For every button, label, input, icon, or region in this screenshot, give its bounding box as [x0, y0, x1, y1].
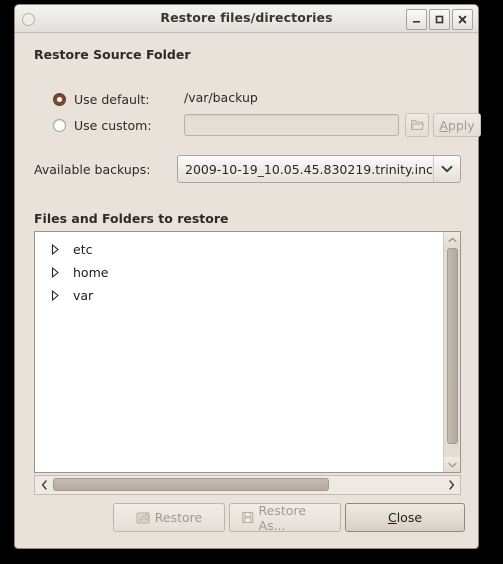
apply-label-rest: pply — [447, 117, 475, 133]
use-custom-radio-row[interactable]: Use custom: — [53, 115, 152, 135]
chevron-right-icon — [448, 480, 454, 490]
files-tree-frame: etc home var — [34, 231, 461, 473]
combobox-arrow[interactable] — [433, 156, 460, 182]
chevron-up-icon — [447, 237, 457, 242]
restore-as-button-label: Restore As... — [258, 502, 306, 533]
scroll-left-button[interactable] — [35, 476, 53, 494]
tree-vertical-scrollbar[interactable] — [443, 232, 460, 472]
restore-dialog-window: Restore files/directories Restore Source… — [14, 4, 481, 549]
default-path-value: /var/backup — [184, 90, 258, 105]
window-controls — [406, 9, 473, 30]
dialog-action-buttons: Restore Restore As... Close — [113, 502, 465, 533]
restore-as-button[interactable]: Restore As... — [229, 502, 341, 533]
close-window-button[interactable] — [452, 9, 473, 30]
chevron-down-icon — [441, 165, 453, 173]
minimize-icon — [413, 21, 420, 23]
tree-vertical-scroll-thumb[interactable] — [446, 248, 458, 444]
scroll-down-button[interactable] — [444, 457, 460, 472]
folder-open-icon — [410, 120, 424, 130]
apply-label-mnemonic: A — [439, 117, 448, 133]
close-button-label-rest: lose — [396, 510, 423, 525]
use-default-radio[interactable] — [53, 92, 66, 106]
browse-folder-button[interactable] — [405, 113, 429, 137]
chevron-down-icon — [447, 462, 457, 467]
chevron-left-icon — [41, 480, 47, 490]
files-and-folders-label: Files and Folders to restore — [34, 211, 229, 226]
use-default-label: Use default: — [74, 91, 150, 107]
scroll-right-button[interactable] — [442, 476, 460, 494]
files-tree[interactable]: etc home var — [35, 232, 443, 472]
revert-icon — [136, 512, 150, 523]
close-button[interactable]: Close — [345, 503, 465, 532]
minimize-button[interactable] — [406, 9, 427, 30]
expander-collapsed-icon[interactable] — [49, 290, 61, 302]
triangle-right-icon — [51, 244, 59, 255]
use-custom-radio[interactable] — [53, 118, 66, 132]
restore-source-folder-label: Restore Source Folder — [34, 47, 191, 62]
available-backups-value: 2009-10-19_10.05.45.830219.trinity.inc — [185, 161, 433, 177]
custom-path-input[interactable] — [184, 114, 399, 136]
use-default-radio-row[interactable]: Use default: — [53, 89, 150, 109]
tree-item-label: home — [73, 265, 109, 280]
tree-row[interactable]: home — [35, 261, 443, 284]
save-as-icon — [242, 512, 254, 523]
triangle-right-icon — [51, 267, 59, 278]
expander-collapsed-icon[interactable] — [49, 244, 61, 256]
apply-button[interactable]: Apply — [433, 113, 481, 137]
tree-horizontal-scrollbar[interactable] — [34, 475, 461, 495]
horizontal-scroll-track[interactable] — [53, 476, 442, 494]
scroll-up-button[interactable] — [444, 232, 460, 247]
use-custom-label: Use custom: — [74, 117, 152, 133]
horizontal-scroll-thumb[interactable] — [53, 478, 330, 491]
close-icon — [458, 15, 467, 24]
maximize-icon — [435, 15, 444, 24]
restore-button-label: Restore — [154, 510, 203, 525]
tree-item-label: var — [73, 288, 94, 303]
tree-row[interactable]: etc — [35, 238, 443, 261]
tree-item-label: etc — [73, 242, 93, 257]
expander-collapsed-icon[interactable] — [49, 267, 61, 279]
maximize-button[interactable] — [429, 9, 450, 30]
available-backups-label: Available backups: — [34, 162, 151, 177]
close-button-mnemonic: C — [387, 510, 397, 525]
available-backups-combobox[interactable]: 2009-10-19_10.05.45.830219.trinity.inc — [177, 155, 461, 183]
restore-button[interactable]: Restore — [113, 503, 225, 532]
dialog-content: Restore Source Folder Use default: /var/… — [15, 33, 481, 548]
triangle-right-icon — [51, 290, 59, 301]
titlebar[interactable]: Restore files/directories — [15, 5, 478, 33]
tree-row[interactable]: var — [35, 284, 443, 307]
